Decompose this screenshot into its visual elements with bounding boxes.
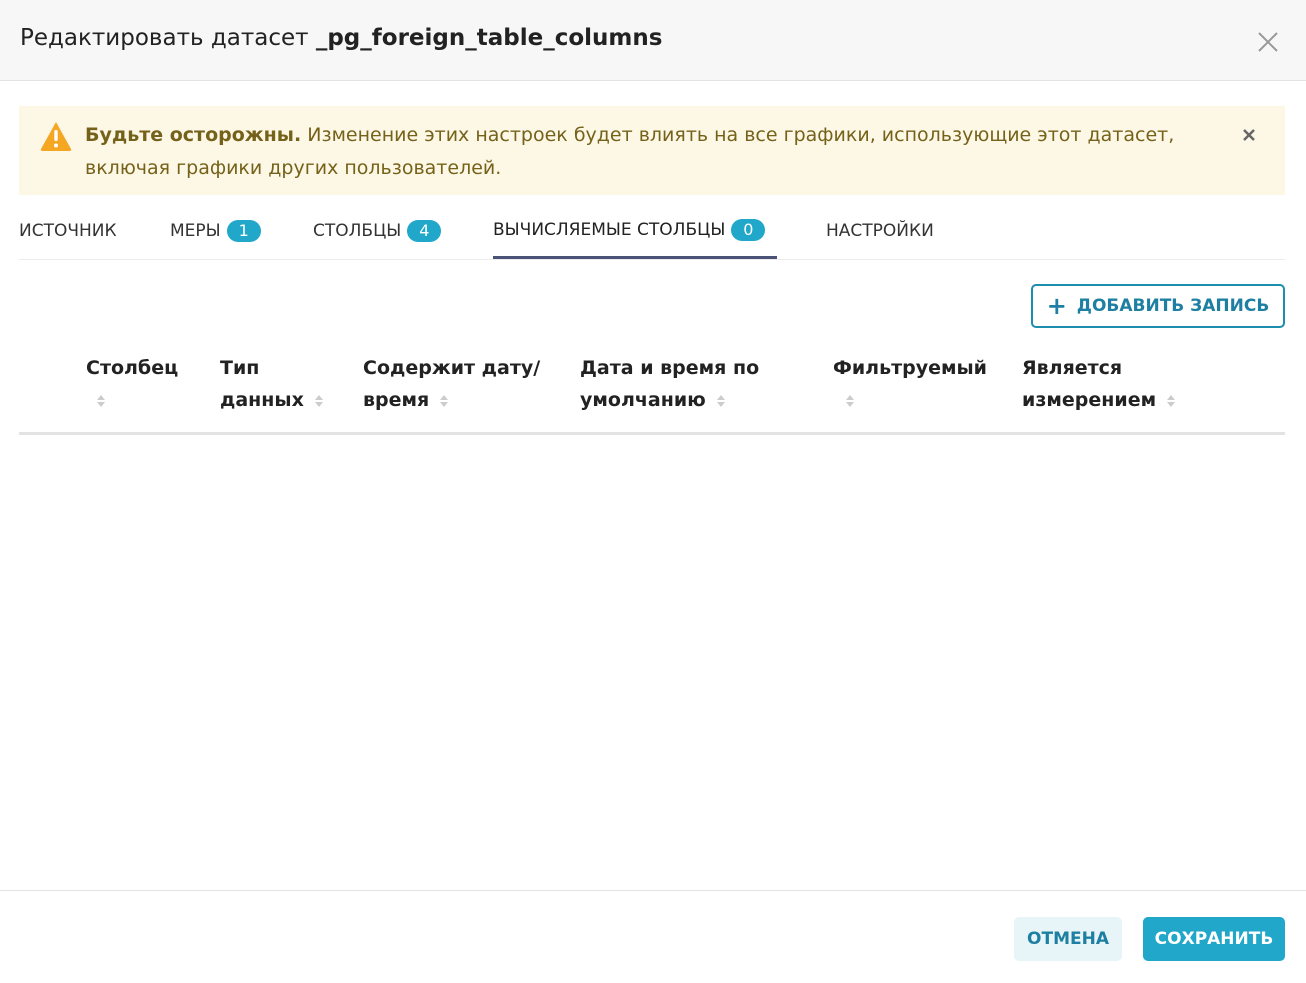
tab-calculated-columns[interactable]: ВЫЧИСЛЯЕМЫЕ СТОЛБЦЫ 0 (493, 203, 777, 259)
tab-label: ВЫЧИСЛЯЕМЫЕ СТОЛБЦЫ (493, 219, 726, 240)
tab-bar: ИСТОЧНИК МЕРЫ 1 СТОЛБЦЫ 4 ВЫЧИСЛЯЕМЫЕ СТ… (19, 203, 1285, 260)
column-header-label-line2: умолчанию (580, 389, 706, 411)
column-header-label: Дата и время по (580, 357, 760, 379)
count-badge: 0 (731, 218, 766, 241)
add-record-button[interactable]: + ДОБАВИТЬ ЗАПИСЬ (1031, 284, 1285, 328)
tab-settings[interactable]: НАСТРОЙКИ (826, 203, 934, 259)
save-button[interactable]: СОХРАНИТЬ (1143, 917, 1285, 961)
plus-icon: + (1046, 292, 1067, 320)
column-header-label: Столбец (86, 357, 179, 379)
count-badge: 1 (226, 220, 261, 242)
column-header-data-type[interactable]: Тип данных (220, 352, 324, 416)
sort-icon[interactable] (96, 393, 106, 409)
column-header-label: Является (1022, 357, 1123, 379)
count-badge: 4 (407, 220, 442, 242)
sort-icon[interactable] (314, 393, 324, 409)
column-header-label: Содержит дату/ (363, 357, 541, 379)
tab-label: НАСТРОЙКИ (826, 221, 934, 241)
tab-label: СТОЛБЦЫ (313, 221, 402, 241)
tab-metrics[interactable]: МЕРЫ 1 (170, 203, 261, 259)
tab-label: ИСТОЧНИК (19, 221, 117, 241)
column-header-label: Фильтруемый (833, 357, 987, 379)
alert-text: Будьте осторожны. Изменение этих настрое… (85, 119, 1205, 185)
tab-source[interactable]: ИСТОЧНИК (19, 203, 117, 259)
modal-title: Редактировать датасет _pg_foreign_table_… (20, 25, 662, 51)
modal-header: Редактировать датасет _pg_foreign_table_… (0, 0, 1306, 81)
tab-label: МЕРЫ (170, 221, 221, 241)
column-header-label-line2: данных (220, 389, 304, 411)
alert-strong: Будьте осторожны. (85, 124, 302, 146)
cancel-button[interactable]: ОТМЕНА (1014, 917, 1122, 961)
column-header-is-temporal[interactable]: Содержит дату/ время (363, 352, 540, 416)
alert-close-icon[interactable] (1241, 127, 1257, 143)
sort-icon[interactable] (845, 393, 855, 409)
sort-icon[interactable] (1166, 393, 1176, 409)
column-header-default-datetime[interactable]: Дата и время по умолчанию (580, 352, 759, 416)
dataset-name: _pg_foreign_table_columns (315, 25, 663, 51)
close-icon[interactable] (1254, 28, 1282, 56)
table-header: Столбец Тип данных Содержит дату/ время … (19, 348, 1285, 435)
column-header-is-dimension[interactable]: Является измерением (1022, 352, 1176, 416)
tab-columns[interactable]: СТОЛБЦЫ 4 (313, 203, 442, 259)
modal-footer: ОТМЕНА СОХРАНИТЬ (0, 890, 1306, 983)
modal-title-prefix: Редактировать датасет (20, 25, 309, 51)
column-header-label-line2: время (363, 389, 430, 411)
column-header-label: Тип (220, 357, 260, 379)
column-header-column[interactable]: Столбец (86, 352, 178, 416)
column-header-label-line2: измерением (1022, 389, 1157, 411)
warning-icon (40, 122, 72, 151)
cancel-label: ОТМЕНА (1027, 929, 1109, 949)
sort-icon[interactable] (439, 393, 449, 409)
column-header-filterable[interactable]: Фильтруемый (833, 352, 987, 416)
sort-icon[interactable] (716, 393, 726, 409)
warning-alert: Будьте осторожны. Изменение этих настрое… (19, 106, 1285, 195)
save-label: СОХРАНИТЬ (1154, 929, 1274, 949)
add-record-label: ДОБАВИТЬ ЗАПИСЬ (1076, 296, 1270, 316)
